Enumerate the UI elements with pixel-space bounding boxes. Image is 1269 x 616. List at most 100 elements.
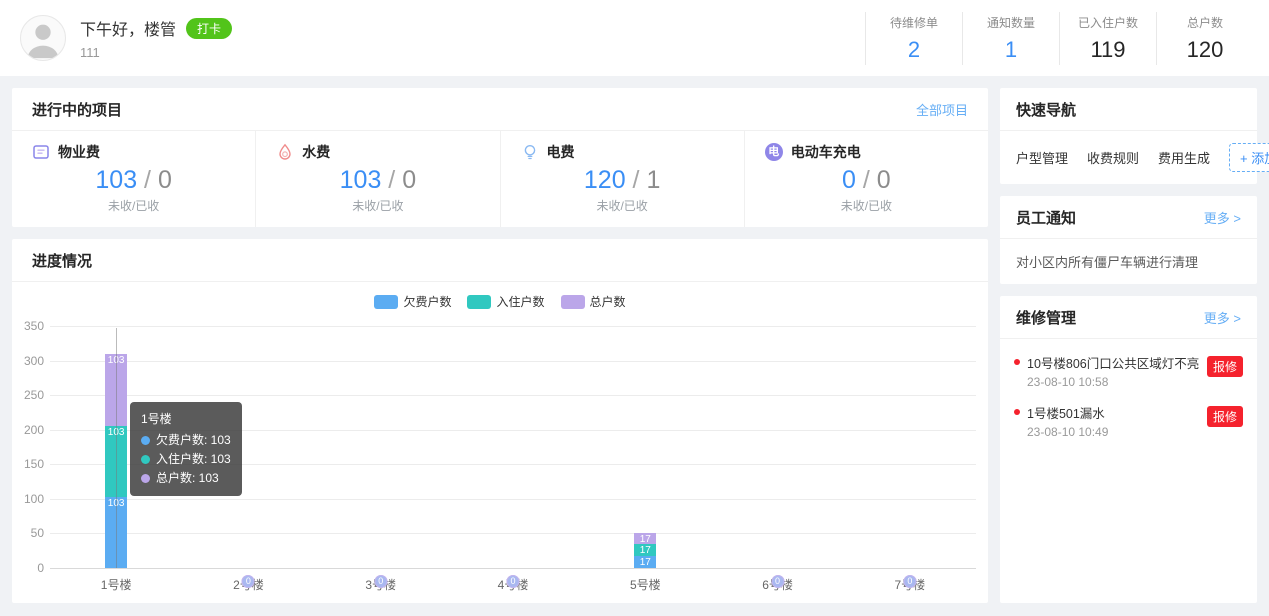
stat-value: 2 (876, 37, 952, 63)
sidebar: 快速导航 户型管理收费规则费用生成+ 添加 员工通知 更多 > 对小区内所有僵尸… (1000, 88, 1257, 603)
gridline (50, 326, 976, 327)
red-dot-icon (1014, 409, 1020, 415)
project-card-caption: 未收/已收 (521, 197, 724, 214)
avatar[interactable] (20, 15, 66, 61)
project-card[interactable]: 电费120 / 1未收/已收 (501, 131, 745, 227)
header-stat[interactable]: 通知数量1 (962, 12, 1059, 65)
legend-swatch (561, 295, 585, 309)
repair-badge[interactable]: 报修 (1207, 356, 1243, 377)
project-card[interactable]: 水费103 / 0未收/已收 (256, 131, 500, 227)
notice-item[interactable]: 对小区内所有僵尸车辆进行清理 (1000, 239, 1257, 284)
zero-value-badge: 0 (903, 575, 916, 588)
project-cards: 物业费103 / 0未收/已收水费103 / 0未收/已收电费120 / 1未收… (12, 131, 988, 227)
repair-title: 10号楼806门口公共区域灯不亮 (1027, 353, 1201, 372)
y-axis-label: 100 (12, 492, 44, 506)
unpaid-count: 103 (340, 166, 382, 194)
quick-nav-row: 户型管理收费规则费用生成+ 添加 (1000, 131, 1257, 184)
bar-segment[interactable]: 17 (634, 556, 656, 568)
person-icon (21, 15, 65, 61)
quick-nav-item[interactable]: 费用生成 (1158, 148, 1210, 167)
header-stats: 待维修单 2 通知数量1已入住户数119总户数120 (865, 12, 1253, 65)
paid-count: 0 (158, 166, 172, 194)
repair-badge[interactable]: 报修 (1207, 406, 1243, 427)
y-axis-label: 0 (12, 561, 44, 575)
user-info: 下午好，楼管 打卡 111 (20, 15, 232, 61)
ev-charging-glyph: 电 (765, 143, 783, 161)
progress-title: 进度情况 (32, 250, 92, 271)
legend-label: 欠费户数 (403, 293, 451, 310)
notices-more-link[interactable]: 更多 > (1204, 208, 1241, 227)
repairs-title: 维修管理 (1016, 307, 1076, 328)
top-header: 下午好，楼管 打卡 111 待维修单 2 通知数量1已入住户数119总户数120 (0, 0, 1269, 76)
gridline (50, 361, 976, 362)
main-column: 进行中的项目 全部项目 物业费103 / 0未收/已收水费103 / 0未收/已… (12, 88, 988, 603)
legend-label: 入住户数 (496, 293, 544, 310)
gridline (50, 568, 976, 569)
project-card[interactable]: 电电动车充电0 / 0未收/已收 (745, 131, 988, 227)
header-stat[interactable]: 已入住户数119 (1059, 12, 1156, 65)
checkin-button[interactable]: 打卡 (186, 18, 232, 39)
repair-item[interactable]: 10号楼806门口公共区域灯不亮 23-08-10 10:58 报修 (1000, 339, 1257, 389)
stat-value: 120 (1167, 37, 1243, 63)
all-projects-link[interactable]: 全部项目 (916, 100, 968, 119)
repair-time: 23-08-10 10:49 (1027, 425, 1201, 439)
legend-item[interactable]: 入住户数 (467, 293, 544, 310)
tooltip-row-text: 入住户数: 103 (156, 450, 231, 469)
water-fee-icon (276, 143, 294, 161)
gridline (50, 533, 976, 534)
tooltip-row-text: 欠费户数: 103 (156, 431, 231, 450)
tooltip-row: 入住户数: 103 (141, 450, 231, 469)
chart-legend: 欠费户数 入住户数总户数 (12, 293, 988, 310)
projects-panel: 进行中的项目 全部项目 物业费103 / 0未收/已收水费103 / 0未收/已… (12, 88, 988, 227)
project-card-caption: 未收/已收 (276, 197, 479, 214)
project-card-header: 物业费 (32, 142, 235, 162)
x-axis-label: 5号楼 (630, 576, 661, 593)
quick-nav-item[interactable]: 户型管理 (1016, 148, 1068, 167)
header-stat[interactable]: 待维修单 2 (865, 12, 962, 65)
quick-nav-item[interactable]: 收费规则 (1087, 148, 1139, 167)
project-card[interactable]: 物业费103 / 0未收/已收 (12, 131, 256, 227)
stat-label: 已入住户数 (1070, 14, 1146, 31)
app-root: 下午好，楼管 打卡 111 待维修单2通知数量1已入住户数119总户数120 进… (0, 0, 1269, 616)
tooltip-series-dot (141, 436, 150, 445)
bar-segment[interactable]: 17 (634, 533, 656, 545)
repair-item[interactable]: 1号楼501漏水 23-08-10 10:49 报修 (1000, 389, 1257, 439)
project-card-value: 120 / 1 (521, 166, 724, 195)
project-card-value: 103 / 0 (32, 166, 235, 195)
repair-time: 23-08-10 10:58 (1027, 375, 1201, 389)
red-dot-icon (1014, 359, 1020, 365)
electric-fee-icon (521, 143, 539, 161)
zero-value-badge: 0 (507, 575, 520, 588)
axis-pointer-line (116, 328, 117, 568)
y-axis-label: 50 (12, 526, 44, 540)
y-axis-label: 350 (12, 319, 44, 333)
paid-count: 0 (877, 166, 891, 194)
notice-title: 员工通知 (1016, 207, 1076, 228)
project-card-name: 电动车充电 (791, 142, 861, 162)
project-card-value: 0 / 0 (765, 166, 968, 195)
gridline (50, 395, 976, 396)
repair-title: 1号楼501漏水 (1027, 403, 1201, 422)
header-stat[interactable]: 总户数120 (1156, 12, 1253, 65)
progress-chart: 欠费户数入住户数总户数0501001502002503003501号楼10310… (12, 282, 988, 603)
bar-value-label: 17 (634, 544, 656, 557)
legend-item[interactable]: 欠费户数 (374, 293, 451, 310)
username: 111 (80, 45, 232, 60)
y-axis-label: 300 (12, 354, 44, 368)
repairs-more-link[interactable]: 更多 > (1204, 308, 1241, 327)
chart-tooltip: 1号楼欠费户数: 103入住户数: 103总户数: 103 (130, 402, 242, 496)
y-axis-label: 200 (12, 423, 44, 437)
quick-nav-panel: 快速导航 户型管理收费规则费用生成+ 添加 (1000, 88, 1257, 184)
add-button[interactable]: + 添加 (1229, 143, 1269, 172)
tooltip-title: 1号楼 (141, 410, 231, 429)
tooltip-row: 欠费户数: 103 (141, 431, 231, 450)
paid-count: 1 (646, 166, 660, 194)
stat-label: 待维修单 (876, 14, 952, 31)
legend-item[interactable]: 总户数 (561, 293, 626, 310)
repairs-panel: 维修管理 更多 > 10号楼806门口公共区域灯不亮 23-08-10 10:58… (1000, 296, 1257, 603)
value-separator: / (137, 166, 158, 194)
zero-value-badge: 0 (242, 575, 255, 588)
quick-nav-title: 快速导航 (1016, 99, 1076, 120)
unpaid-count: 120 (584, 166, 626, 194)
bar-segment[interactable]: 17 (634, 544, 656, 556)
